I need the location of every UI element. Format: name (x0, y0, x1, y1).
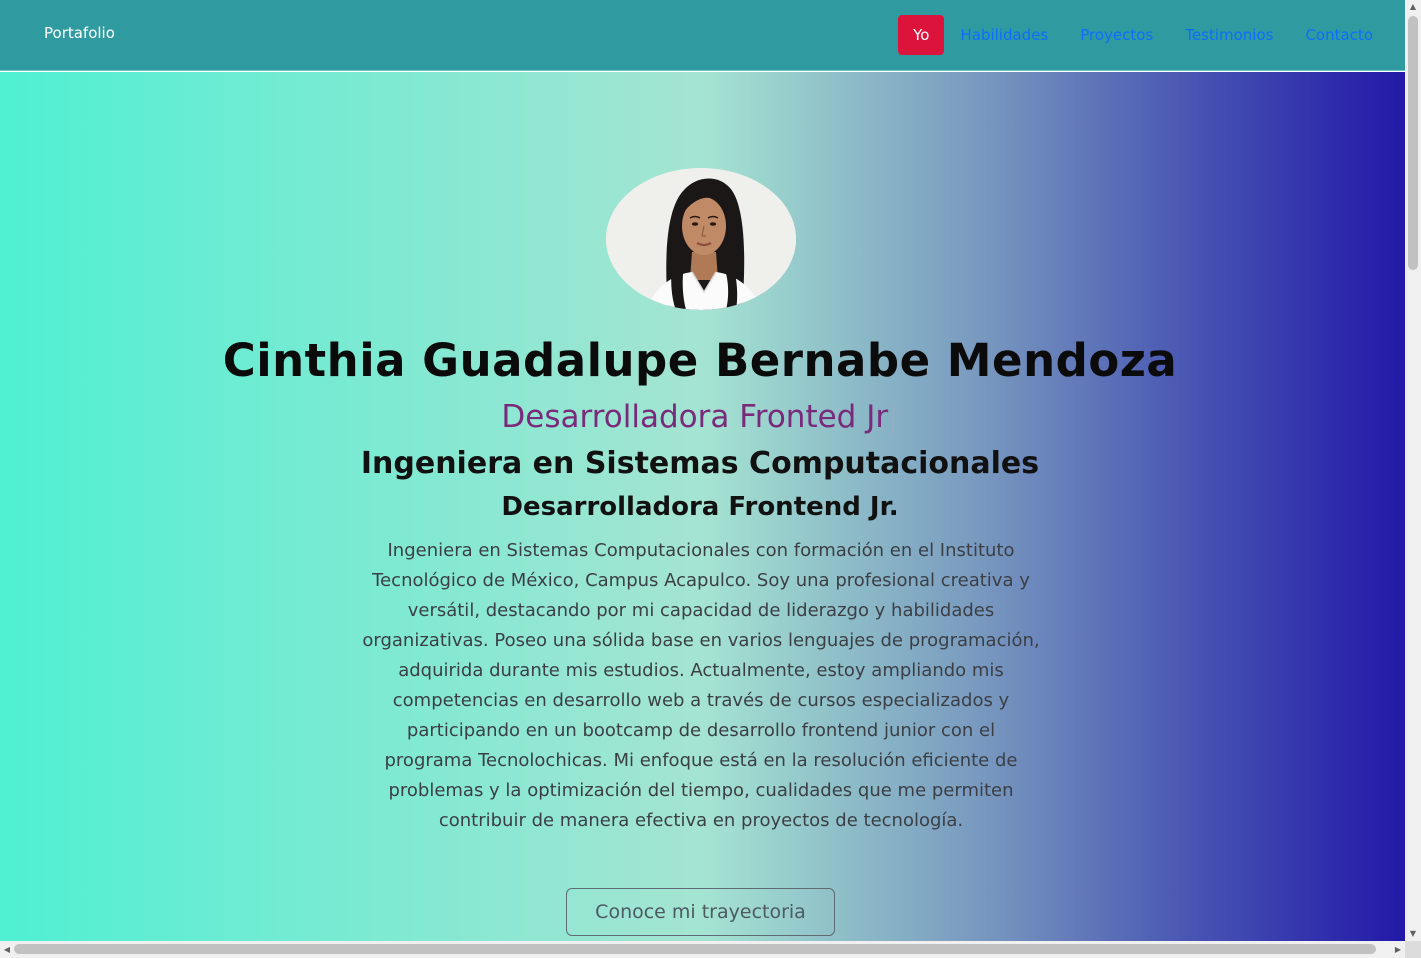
horizontal-scroll-thumb[interactable] (14, 944, 1376, 954)
typed-role-text: Desarrolladora Fronted Jr (501, 399, 889, 435)
scroll-left-arrow-icon[interactable]: ◀ (0, 941, 14, 958)
vertical-scroll-thumb[interactable] (1408, 16, 1418, 270)
page: Portafolio Yo Habilidades Proyectos Test… (0, 0, 1405, 941)
scroll-right-arrow-icon[interactable]: ▶ (1391, 941, 1405, 958)
avatar (606, 168, 796, 310)
trajectory-button[interactable]: Conoce mi trayectoria (566, 888, 835, 936)
hero-name: Cinthia Guadalupe Bernabe Mendoza (222, 334, 1178, 387)
profile-photo (606, 168, 796, 310)
nav-item-testimonios[interactable]: Testimonios (1169, 15, 1289, 55)
scroll-up-arrow-icon[interactable]: ▲ (1405, 0, 1421, 14)
nav-item-contacto[interactable]: Contacto (1289, 15, 1389, 55)
scroll-down-arrow-icon[interactable]: ▼ (1405, 927, 1421, 941)
hero-subtitle-degree: Ingeniera en Sistemas Computacionales (360, 446, 1040, 481)
scrollbar-corner (1405, 941, 1421, 958)
hero-bio: Ingeniera en Sistemas Computacionales co… (362, 540, 1040, 831)
nav-item-proyectos[interactable]: Proyectos (1064, 15, 1169, 55)
hero-subtitle-role: Desarrolladora Frontend Jr. (501, 492, 899, 522)
vertical-scrollbar[interactable]: ▲ ▼ (1405, 0, 1421, 941)
navbar: Portafolio Yo Habilidades Proyectos Test… (0, 0, 1405, 71)
horizontal-scrollbar[interactable]: ◀ ▶ (0, 941, 1405, 958)
nav-menu: Yo Habilidades Proyectos Testimonios Con… (898, 15, 1389, 55)
typing-cursor: | (888, 399, 899, 435)
brand-link[interactable]: Portafolio (44, 24, 115, 42)
nav-item-habilidades[interactable]: Habilidades (944, 15, 1064, 55)
hero-section: Cinthia Guadalupe Bernabe Mendoza Desarr… (0, 72, 1405, 941)
typed-role: Desarrolladora Fronted Jr| (0, 399, 1400, 435)
nav-item-yo[interactable]: Yo (898, 15, 945, 55)
